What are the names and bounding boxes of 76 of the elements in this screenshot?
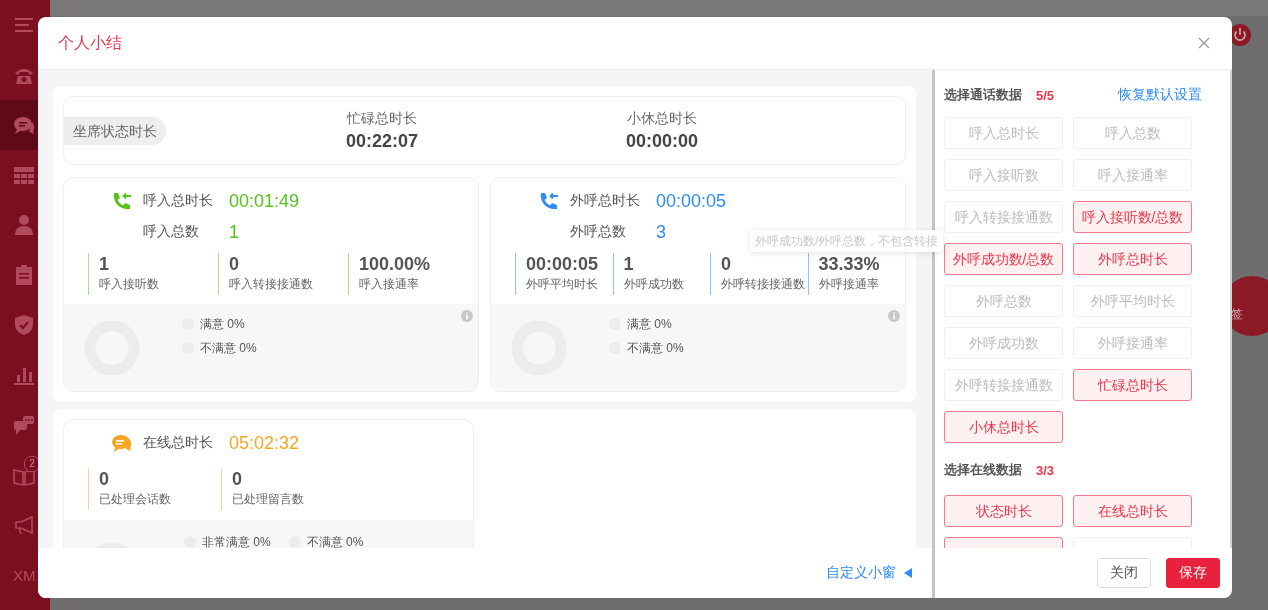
shield-icon — [13, 314, 35, 336]
stat-label: 外呼接通率 — [818, 276, 880, 293]
clipboard-icon — [13, 264, 35, 286]
section-title: 选择通话数据 — [944, 86, 1022, 104]
count-value: 1 — [229, 221, 239, 243]
legend-label: 满意 0% — [627, 315, 672, 332]
total-label: 呼入总时长 — [143, 192, 214, 210]
stat-value: 1 — [99, 253, 110, 275]
count-value: 3 — [656, 221, 666, 243]
section-title: 选择在线数据 — [944, 461, 1022, 479]
stat-label: 已处理留言数 — [232, 491, 305, 508]
option-chip[interactable]: 呼入接通率 — [1073, 159, 1192, 191]
metric-label: 小休总时长 — [626, 108, 698, 128]
save-button[interactable]: 保存 — [1166, 558, 1220, 588]
option-chip[interactable]: 忙碌总时长 — [1073, 369, 1192, 401]
count-label: 呼入总数 — [143, 223, 200, 241]
option-chip[interactable]: 状态时长 — [944, 495, 1063, 527]
stat-label: 呼入接通率 — [359, 276, 420, 293]
reset-defaults-link[interactable]: 恢复默认设置 — [1118, 86, 1202, 104]
grid-icon — [13, 164, 35, 186]
stat-label: 呼入转接接通数 — [229, 276, 314, 293]
megaphone-icon — [13, 514, 35, 536]
stat-label: 已处理会话数 — [99, 491, 172, 508]
person-icon — [13, 214, 35, 236]
stat-value: 0 — [721, 253, 732, 275]
stat-value: 100.00% — [359, 253, 432, 275]
stat-value: 0 — [99, 468, 110, 490]
count-label: 外呼总数 — [570, 223, 627, 241]
total-label: 外呼总时长 — [570, 192, 641, 210]
total-value: 00:00:05 — [656, 190, 727, 212]
total-value: 05:02:32 — [229, 432, 300, 454]
total-value: 00:01:49 — [229, 190, 300, 212]
option-chip[interactable]: 呼入转接接通数 — [944, 201, 1063, 233]
chat-bubbles-icon — [13, 414, 35, 436]
option-chip[interactable]: 外呼总数 — [944, 285, 1063, 317]
caret-icon — [904, 568, 912, 578]
stat-value: 0 — [229, 253, 240, 275]
close-button[interactable]: 关闭 — [1097, 558, 1151, 588]
chat-icon — [13, 114, 35, 136]
info-icon — [888, 310, 900, 322]
option-chip[interactable]: 呼入总数 — [1073, 117, 1192, 149]
legend-label: 非常满意 0% — [202, 534, 271, 548]
legend-label: 满意 0% — [200, 315, 245, 332]
metric-value: 00:22:07 — [344, 129, 420, 153]
option-chip[interactable]: 外呼成功数 — [944, 327, 1063, 359]
stat-label: 外呼转接接通数 — [721, 276, 806, 293]
option-chip[interactable]: 呼入总时长 — [944, 117, 1063, 149]
option-chip[interactable]: 外呼成功数/总数 — [944, 243, 1063, 275]
option-chip[interactable]: 外呼平均时长 — [1073, 285, 1192, 317]
stat-value: 1 — [623, 253, 635, 275]
option-chip[interactable]: 呼入接听数 — [944, 159, 1063, 191]
close-icon — [1198, 37, 1210, 49]
option-chip[interactable]: 呼入接听数/总数 — [1073, 201, 1192, 233]
customize-window-link[interactable]: 自定义小窗 — [826, 564, 896, 582]
stat-label: 外呼成功数 — [623, 276, 685, 293]
option-chip[interactable]: 小休总时长 — [944, 411, 1063, 443]
legend-label: 不满意 0% — [200, 339, 257, 356]
metric-label: 忙碌总时长 — [345, 108, 418, 128]
total-label: 在线总时长 — [143, 434, 214, 452]
legend-label: 不满意 0% — [627, 339, 684, 356]
info-icon — [461, 310, 473, 322]
option-chip[interactable]: 外呼总时长 — [1073, 243, 1192, 275]
dialog-title: 个人小结 — [58, 32, 122, 53]
stat-value: 00:00:05 — [526, 253, 600, 275]
selected-count: 5/5 — [1036, 87, 1055, 103]
option-chip[interactable]: 外呼转接接通数 — [944, 369, 1063, 401]
option-chip[interactable]: 在线总时长 — [1073, 495, 1192, 527]
stat-value: 33.33% — [818, 253, 881, 275]
legend-label: 不满意 0% — [306, 534, 364, 548]
metric-value: 00:00:00 — [624, 129, 700, 153]
stat-value: 0 — [232, 468, 243, 490]
status-tag: 坐席状态时长 — [64, 116, 166, 145]
selected-count: 3/3 — [1036, 462, 1055, 478]
option-chip[interactable]: 外呼接通率 — [1073, 327, 1192, 359]
stat-label: 呼入接听数 — [99, 276, 160, 293]
stat-label: 外呼平均时长 — [526, 276, 599, 293]
